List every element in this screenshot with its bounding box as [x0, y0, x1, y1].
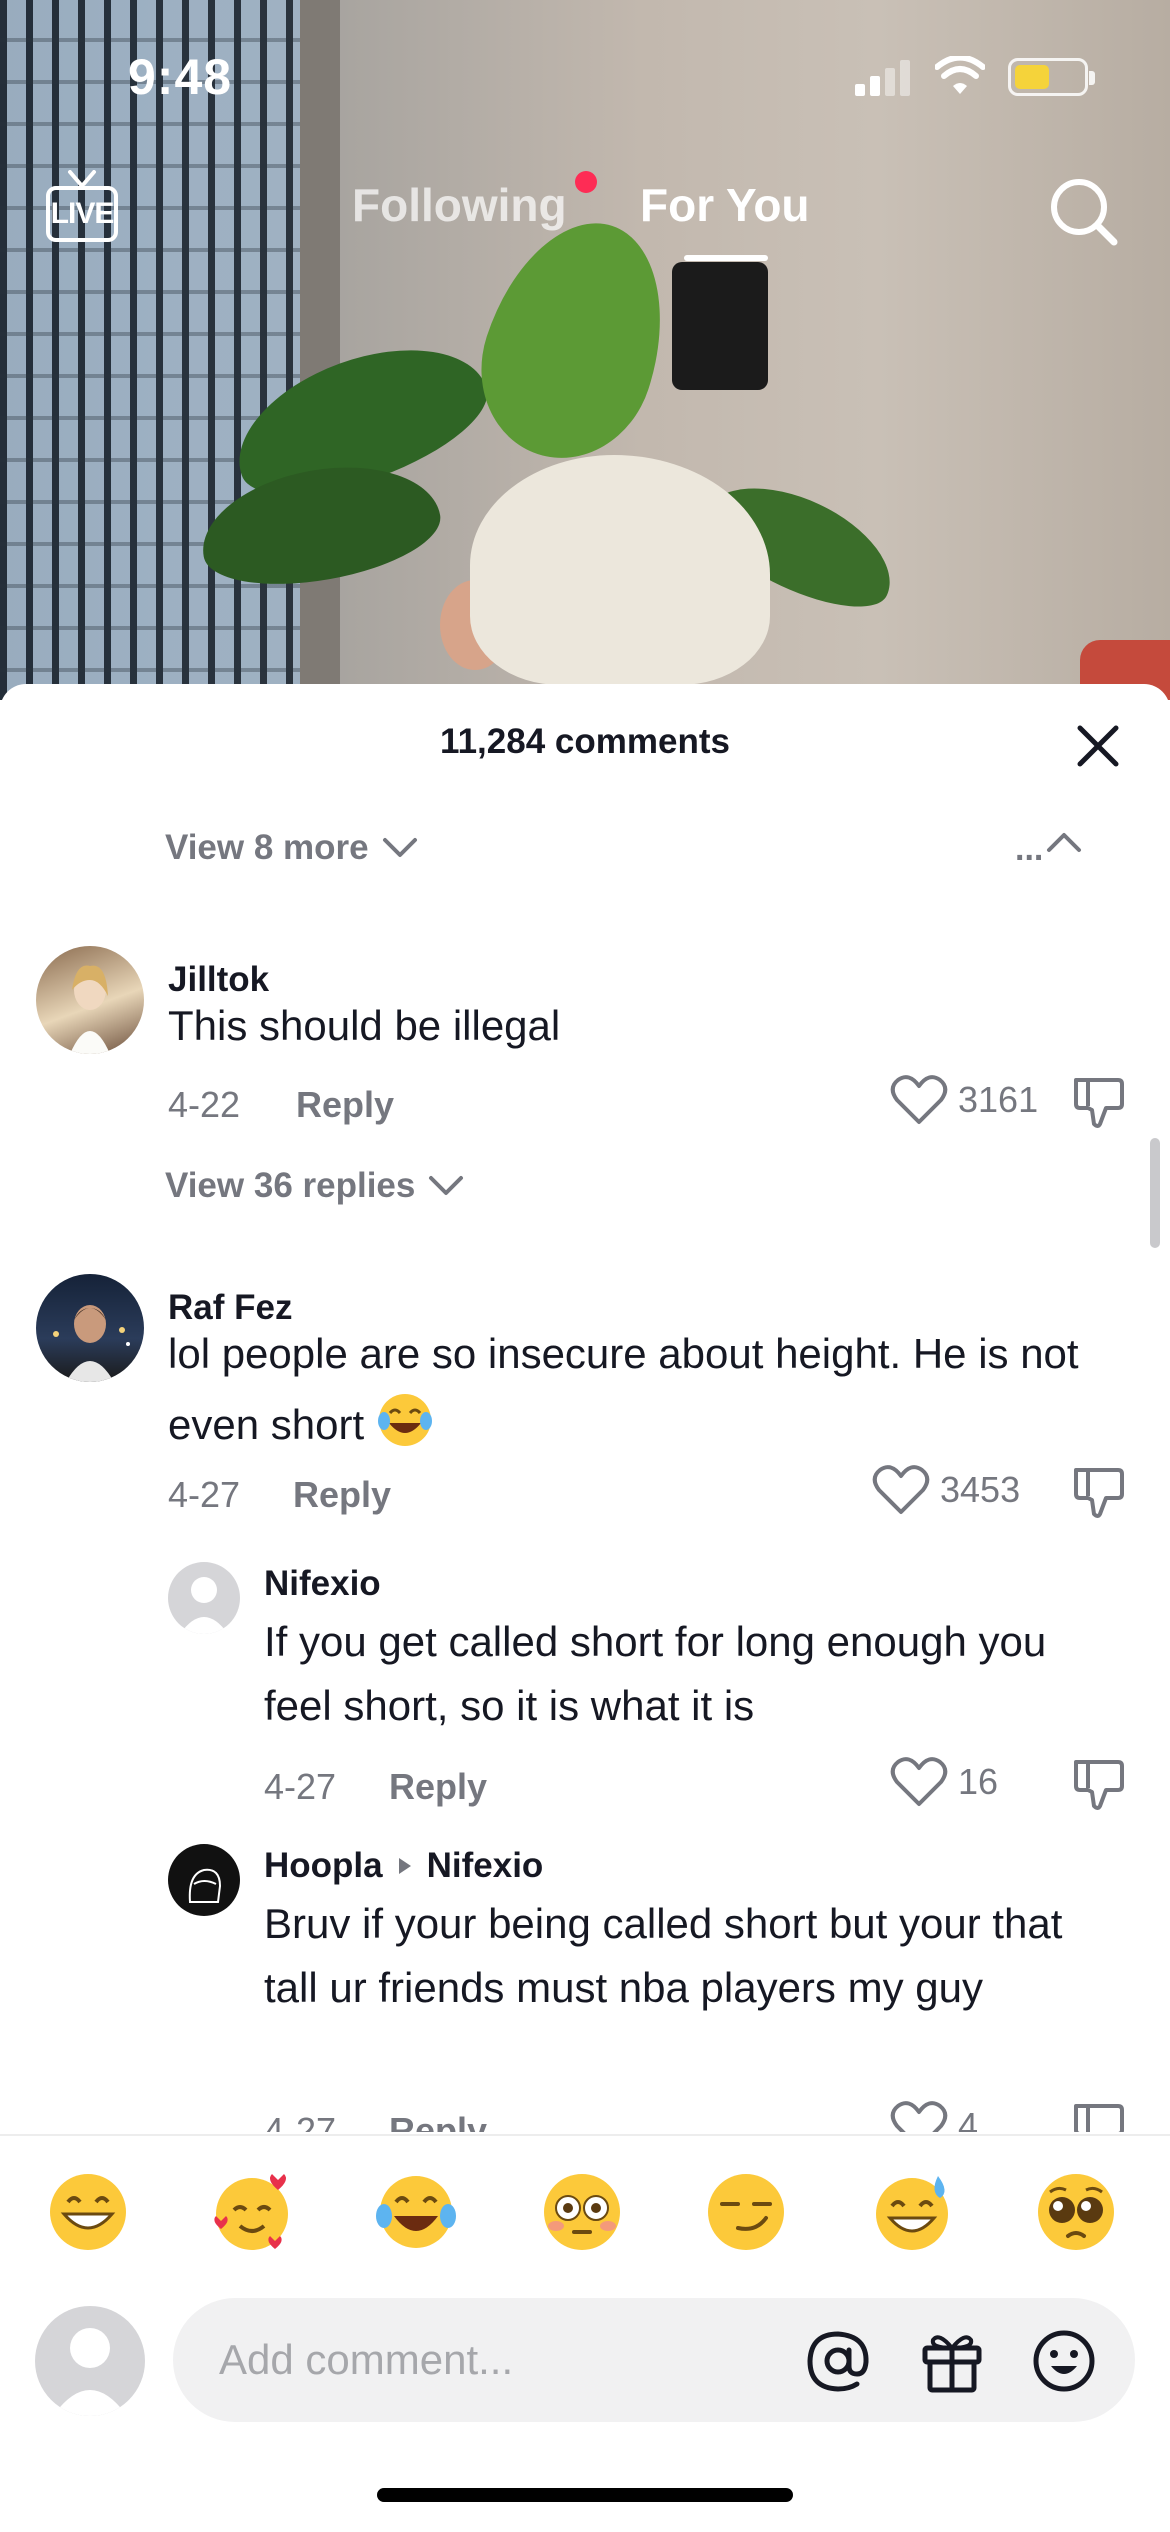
divider — [0, 2134, 1170, 2136]
dislike-icon[interactable] — [1070, 2100, 1126, 2132]
default-avatar-icon — [53, 2328, 127, 2416]
search-icon[interactable] — [1048, 176, 1120, 248]
current-user-avatar[interactable] — [35, 2306, 145, 2416]
wifi-icon — [935, 56, 985, 94]
chevron-up-icon — [1047, 833, 1081, 852]
flushed-emoji-icon[interactable] — [540, 2170, 624, 2254]
comment-author[interactable]: Hoopla — [264, 1846, 383, 1886]
person-cap — [470, 455, 770, 685]
chevron-down-icon — [429, 1176, 464, 1195]
comment-date: 4-27 — [168, 1474, 241, 1515]
add-comment-input[interactable] — [219, 2328, 779, 2392]
smirking-emoji-icon[interactable] — [704, 2170, 788, 2254]
comments-scrollbar[interactable] — [1150, 1138, 1160, 1248]
avatar[interactable] — [36, 1274, 144, 1382]
avatar-photo — [53, 1305, 130, 1382]
comment-input-container[interactable] — [173, 2298, 1135, 2422]
like-button[interactable]: 4 — [890, 2100, 978, 2132]
dislike-icon[interactable] — [1070, 1074, 1126, 1130]
tab-for-you[interactable]: For You — [640, 178, 810, 232]
view-more-button[interactable]: View 8 more — [165, 828, 419, 868]
comment-text-block: lol people are so insecure about height.… — [168, 1318, 1128, 1460]
notification-dot — [575, 171, 597, 193]
comment-text: lol people are so insecure about height.… — [168, 1330, 1079, 1448]
battery-icon — [1008, 58, 1095, 96]
avatar[interactable] — [168, 1562, 240, 1634]
dislike-icon[interactable] — [1070, 1464, 1126, 1520]
home-indicator[interactable] — [377, 2488, 793, 2502]
like-button[interactable]: 16 — [890, 1756, 998, 1808]
view-replies-button[interactable]: View 36 replies — [165, 1166, 465, 1206]
laughing-tears-emoji-icon — [377, 1394, 432, 1446]
heart-icon — [872, 1465, 930, 1514]
reply-button[interactable]: Reply — [293, 1474, 391, 1516]
avatar[interactable] — [168, 1844, 240, 1916]
reply-author-line: Hoopla Nifexio — [264, 1846, 543, 1886]
status-time: 9:48 — [128, 49, 233, 105]
tears-of-joy-emoji-icon[interactable] — [374, 2170, 458, 2254]
like-button[interactable]: 3161 — [890, 1074, 1038, 1126]
pleading-emoji-icon[interactable] — [1034, 2170, 1118, 2254]
comment-date: 4-27 — [264, 1766, 337, 1807]
chevron-down-icon — [382, 838, 417, 857]
active-tab-indicator — [684, 255, 768, 261]
comments-list[interactable]: View 8 more ... Jilltok This should be i… — [0, 794, 1170, 2132]
heart-icon — [890, 1075, 948, 1124]
reply-button[interactable]: Reply — [389, 2110, 487, 2132]
live-label: LIVE — [46, 186, 118, 242]
comment-author[interactable]: Nifexio — [264, 1564, 381, 1604]
plant-leaf — [457, 199, 693, 481]
close-icon[interactable] — [1072, 720, 1124, 772]
default-avatar-icon — [180, 1577, 228, 1634]
smiling-with-hearts-emoji-icon[interactable] — [210, 2170, 294, 2254]
cellular-signal-icon — [855, 58, 915, 96]
reply-button[interactable]: Reply — [389, 1766, 487, 1808]
mention-icon[interactable] — [803, 2326, 873, 2396]
dislike-icon[interactable] — [1070, 1756, 1126, 1812]
comment-text: This should be illegal — [168, 1002, 561, 1049]
like-count: 3453 — [940, 1469, 1021, 1510]
avatar-photo — [188, 1868, 222, 1903]
heart-icon — [890, 1757, 948, 1806]
wall-edge — [300, 0, 340, 700]
comment-text: If you get called short for long enough … — [264, 1618, 1047, 1729]
reply-button[interactable]: Reply — [296, 1084, 394, 1126]
collapse-ellipsis: ... — [1015, 830, 1044, 868]
tab-following[interactable]: Following — [352, 178, 567, 232]
avatar-photo — [70, 965, 110, 1054]
comments-count-title: 11,284 comments — [440, 722, 730, 761]
gift-icon[interactable] — [917, 2326, 987, 2396]
sweat-smile-emoji-icon[interactable] — [870, 2170, 954, 2254]
grinning-emoji-icon[interactable] — [46, 2170, 130, 2254]
reply-to-author[interactable]: Nifexio — [427, 1846, 544, 1886]
wall-speaker — [672, 262, 768, 390]
collapse-replies-button[interactable]: ... — [1015, 824, 1085, 874]
emoji-picker-icon[interactable] — [1029, 2326, 1099, 2396]
quick-emoji-bar — [0, 2170, 1170, 2260]
like-button[interactable]: 3453 — [872, 1464, 1020, 1516]
comment-date: 4-22 — [168, 1084, 241, 1125]
comment-date: 4-27 — [264, 2110, 337, 2132]
caret-right-icon — [398, 1858, 411, 1874]
like-count: 3161 — [958, 1079, 1039, 1120]
view-more-label: View 8 more — [165, 828, 369, 867]
live-button[interactable]: LIVE — [44, 170, 124, 244]
comment-text: Bruv if your being called short but your… — [264, 1900, 1063, 2011]
like-count: 16 — [958, 1761, 999, 1802]
heart-icon — [890, 2101, 948, 2132]
like-count: 4 — [958, 2105, 979, 2132]
avatar[interactable] — [36, 946, 144, 1054]
view-replies-label: View 36 replies — [165, 1166, 416, 1205]
